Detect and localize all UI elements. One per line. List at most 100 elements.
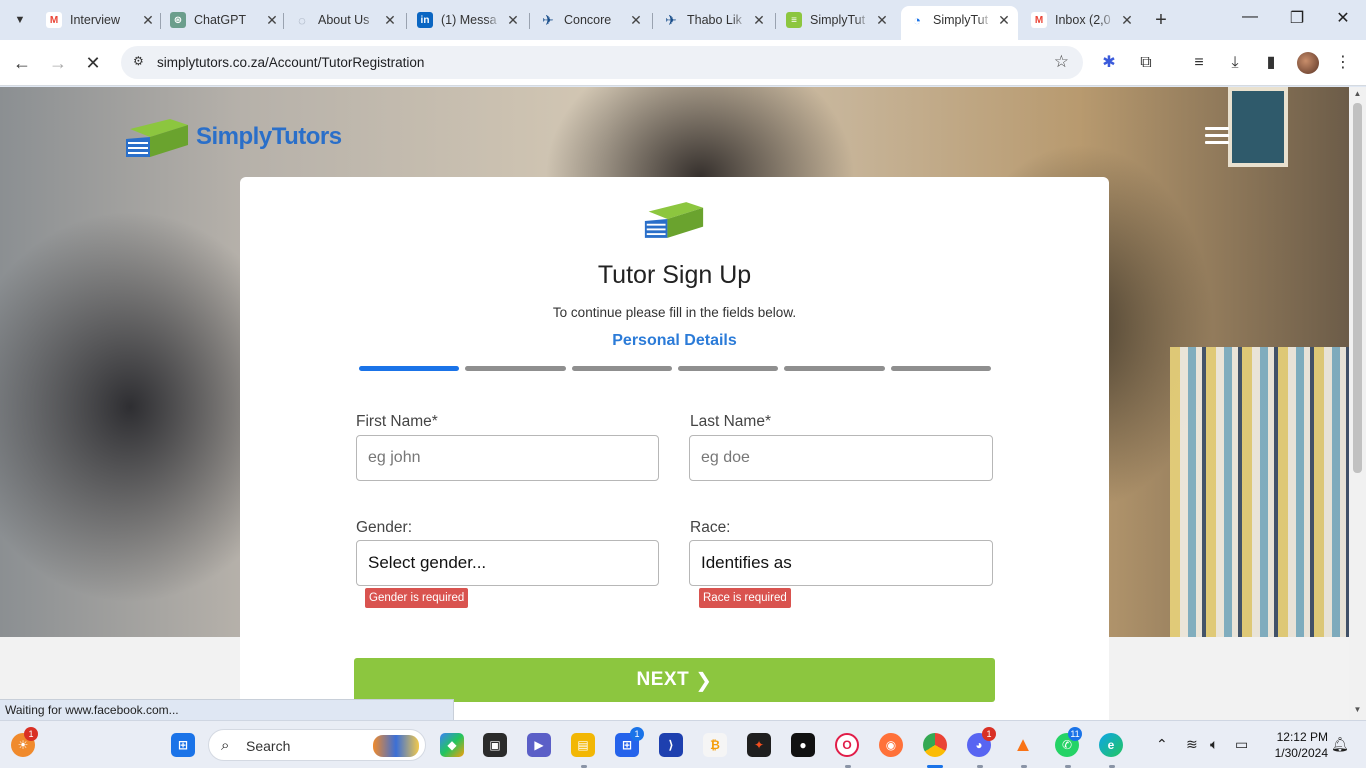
page-viewport: SimplyTutors Tutor Sign Up To continue p…	[0, 87, 1349, 720]
minimize-button[interactable]: —	[1240, 8, 1260, 26]
browser-tab[interactable]: ≡ SimplyTut ✕	[786, 6, 890, 34]
close-icon[interactable]: ✕	[628, 12, 644, 29]
wall-frame-decor	[1228, 87, 1288, 167]
form-subtitle: To continue please fill in the fields be…	[552, 305, 797, 320]
close-icon[interactable]: ✕	[264, 12, 280, 29]
tab-title: Interview	[70, 13, 121, 27]
browser-toolbar: ← → ✕ ⚙ simplytutors.co.za/Account/Tutor…	[0, 40, 1366, 86]
close-window-button[interactable]: ✕	[1333, 8, 1353, 28]
close-icon[interactable]: ✕	[505, 12, 521, 29]
menu-line	[1205, 134, 1229, 137]
taskbar-search[interactable]: ⌕ Search	[208, 729, 426, 761]
copilot-icon[interactable]: ◆	[440, 733, 464, 757]
tab-separator	[529, 13, 530, 29]
first-name-input[interactable]	[356, 435, 659, 481]
browser-tab[interactable]: ⊛ ChatGPT ✕	[170, 6, 280, 34]
gender-error-badge: Gender is required	[365, 588, 469, 608]
close-icon[interactable]: ✕	[996, 12, 1012, 29]
race-select[interactable]: Identifies as	[689, 540, 993, 586]
page-scrollbar[interactable]: ▲ ▼	[1349, 87, 1366, 720]
browser-tab[interactable]: ✈ Concore ✕	[540, 6, 644, 34]
extensions-puzzle-icon[interactable]: ⧉	[1136, 53, 1156, 73]
tab-title: ChatGPT	[194, 13, 247, 27]
last-name-label: Last Name*	[690, 413, 771, 430]
side-panel-icon[interactable]: ▮	[1261, 53, 1281, 73]
browser-tab[interactable]: M Interview ✕	[46, 6, 156, 34]
github-icon[interactable]: ●	[791, 733, 815, 757]
next-button[interactable]: NEXT ❯	[354, 658, 995, 702]
scroll-up-icon[interactable]: ▲	[1352, 89, 1363, 98]
scroll-down-icon[interactable]: ▼	[1352, 705, 1363, 714]
linkedin-icon: in	[417, 12, 433, 28]
tab-separator	[775, 13, 776, 29]
menu-kebab-icon[interactable]: ⋮	[1333, 53, 1353, 73]
chatgpt-icon: ⊛	[170, 12, 186, 28]
gender-select[interactable]: Select gender...	[356, 540, 659, 586]
browser-tab[interactable]: ◌ About Us ✕	[294, 6, 398, 34]
url-text[interactable]: simplytutors.co.za/Account/TutorRegistra…	[157, 55, 424, 70]
bitcoin-wallet-icon[interactable]: ₿	[703, 733, 727, 757]
wifi-icon[interactable]: ≋	[1186, 736, 1198, 753]
gender-label: Gender:	[356, 519, 413, 536]
task-view-icon[interactable]: ▣	[483, 733, 507, 757]
opera-icon[interactable]: O	[835, 733, 859, 757]
new-tab-button[interactable]: +	[1150, 9, 1172, 31]
volume-icon[interactable]: 🔈︎	[1210, 736, 1218, 753]
browser-tab[interactable]: ✈ Thabo Lik ✕	[663, 6, 767, 34]
battery-icon[interactable]: ▭	[1235, 736, 1248, 753]
address-bar[interactable]: ⚙ simplytutors.co.za/Account/TutorRegist…	[121, 46, 1083, 79]
first-name-label: First Name*	[356, 413, 438, 430]
firefox-icon[interactable]: ◉	[879, 733, 903, 757]
media-control-icon[interactable]: ≡	[1189, 53, 1209, 73]
close-icon[interactable]: ✕	[382, 12, 398, 29]
chevron-up-icon[interactable]: ⌃	[1156, 736, 1168, 753]
extension-icon[interactable]: ✱	[1099, 53, 1119, 73]
race-selected-value: Identifies as	[701, 553, 792, 572]
notification-bell-icon[interactable]: 🔔︎	[1331, 736, 1349, 753]
close-icon[interactable]: ✕	[751, 12, 767, 29]
browser-tab[interactable]: in (1) Messa ✕	[417, 6, 521, 34]
close-icon[interactable]: ✕	[140, 12, 156, 29]
next-button-label: NEXT	[636, 669, 690, 690]
tab-title: (1) Messa	[441, 13, 497, 27]
brand-name: SimplyTutors	[196, 123, 342, 150]
hamburger-menu-icon[interactable]	[1205, 127, 1229, 145]
page-title: Tutor Sign Up	[597, 261, 752, 289]
close-icon: ✕	[85, 53, 101, 73]
vscode-icon[interactable]: ⟩	[659, 733, 683, 757]
tab-separator	[283, 13, 284, 29]
back-button[interactable]: ←	[11, 52, 33, 74]
tab-strip: ▼ M Interview ✕ ⊛ ChatGPT ✕ ◌ About Us ✕…	[0, 0, 1366, 40]
scrollbar-thumb[interactable]	[1353, 103, 1362, 473]
last-name-input[interactable]	[689, 435, 993, 481]
tab-separator	[160, 13, 161, 29]
bookmark-star-icon[interactable]: ☆	[1054, 52, 1069, 72]
stop-button[interactable]: ✕	[82, 52, 104, 74]
taskbar-clock[interactable]: 12:12 PM 1/30/2024	[1262, 729, 1328, 761]
vlc-icon[interactable]: ▲	[1011, 733, 1035, 757]
clock-date: 1/30/2024	[1274, 746, 1328, 760]
arrow-left-icon: ←	[13, 53, 31, 73]
profile-avatar[interactable]	[1297, 52, 1319, 74]
site-info-icon[interactable]: ⚙	[133, 54, 144, 68]
loading-icon: ◔	[913, 12, 921, 28]
tab-search-button[interactable]: ▼	[8, 8, 32, 32]
chevron-down-icon: ▼	[14, 14, 26, 26]
book-logo-icon	[126, 119, 188, 157]
close-icon[interactable]: ✕	[874, 12, 890, 29]
file-explorer-icon[interactable]: ▤	[571, 733, 595, 757]
windows-start-icon[interactable]: ⊞	[171, 733, 195, 757]
edge-icon[interactable]: e	[1099, 733, 1123, 757]
browser-tab-active[interactable]: ◔ SimplyTut ✕	[901, 6, 1018, 40]
tab-title: Thabo Lik	[687, 13, 742, 27]
close-icon[interactable]: ✕	[1119, 12, 1135, 29]
download-icon[interactable]: ⤓	[1225, 53, 1245, 73]
restore-button[interactable]: ❐	[1287, 8, 1307, 28]
teams-chat-icon[interactable]: ▶	[527, 733, 551, 757]
figma-icon[interactable]: ✦	[747, 733, 771, 757]
browser-tab[interactable]: M Inbox (2,0 ✕	[1031, 6, 1135, 34]
site-logo[interactable]: SimplyTutors	[124, 115, 344, 163]
chrome-icon[interactable]	[923, 733, 947, 757]
gmail-icon: M	[46, 12, 62, 28]
forward-button[interactable]: →	[47, 52, 69, 74]
